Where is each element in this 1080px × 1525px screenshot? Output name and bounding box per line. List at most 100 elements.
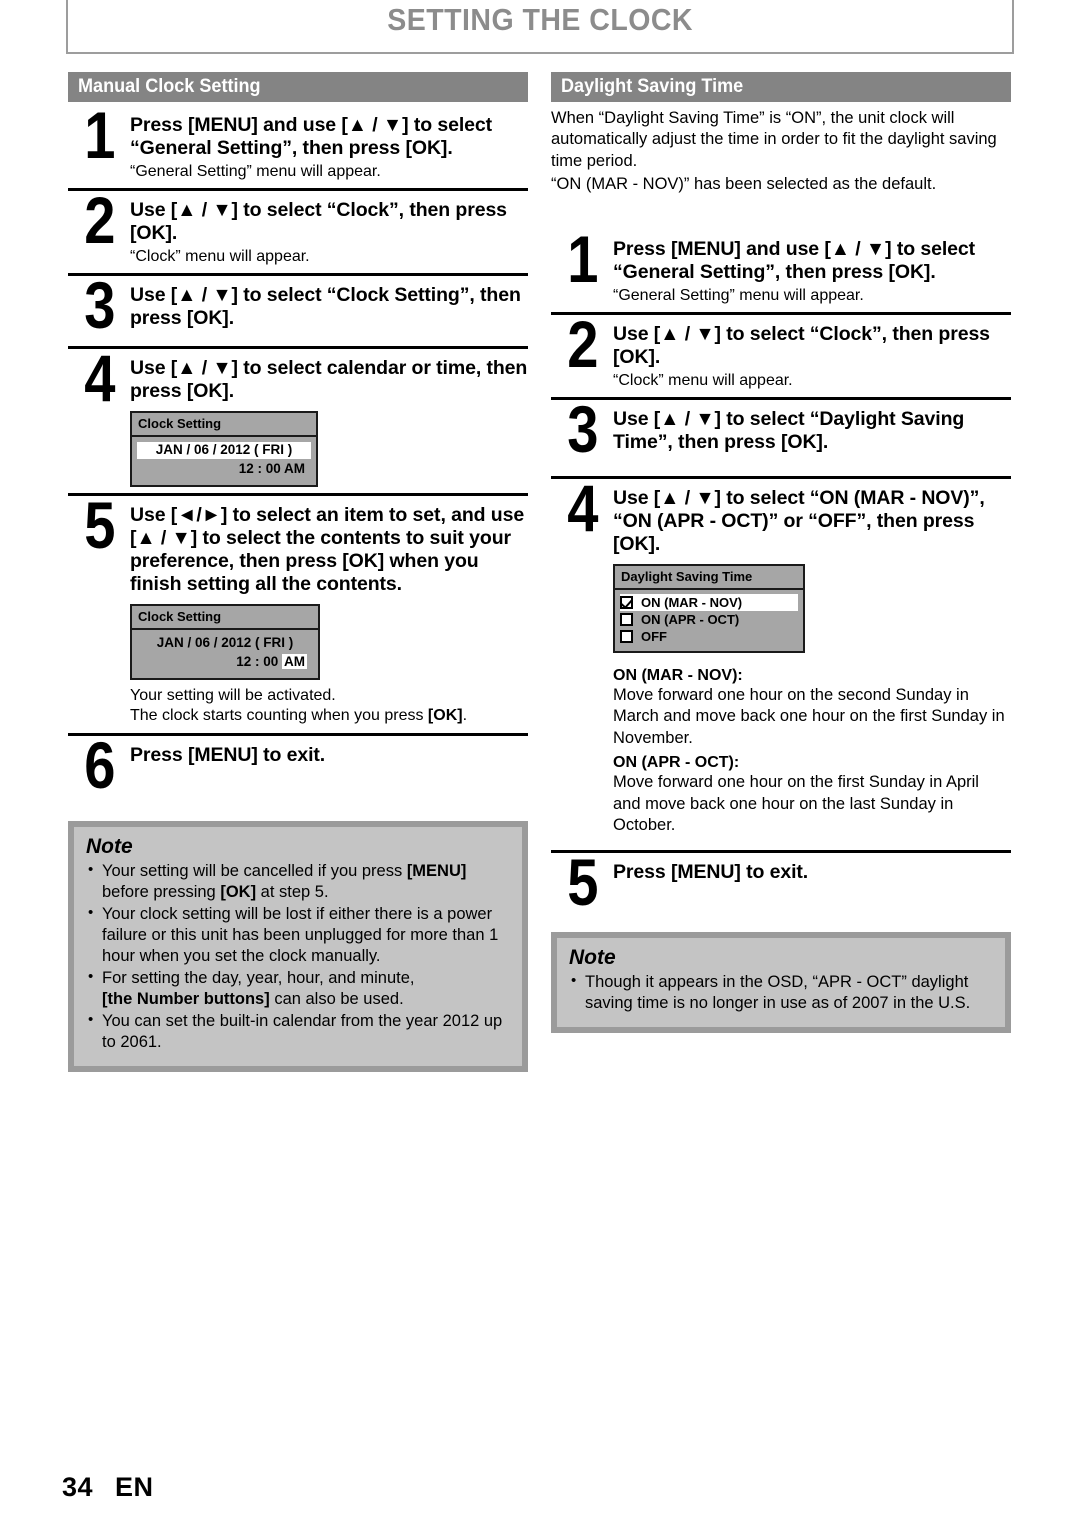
step-title: Use [◄/►] to select an item to set, and … — [130, 503, 525, 595]
osd-option-label: OFF — [641, 628, 667, 644]
osd-header-label: Clock Setting — [132, 606, 318, 630]
osd-option-label: ON (MAR - NOV) — [641, 594, 743, 610]
osd-header-label: Clock Setting — [132, 413, 316, 437]
dst-step-3: 3 Use [▲ / ▼] to select “Daylight Saving… — [551, 391, 1011, 476]
dst-desc-term: ON (MAR - NOV): — [613, 666, 743, 684]
step-number: 5 — [567, 845, 598, 920]
daylight-saving-time-column: Daylight Saving Time When “Daylight Savi… — [551, 72, 1011, 1034]
osd-meridiem-value: AM — [282, 653, 307, 669]
section-header-label: Daylight Saving Time — [561, 76, 744, 97]
osd-date-value: JAN / 06 / 2012 ( FRI ) — [137, 442, 311, 459]
osd-option-on-mar-nov[interactable]: ON (MAR - NOV) — [620, 593, 798, 611]
step-title: Use [▲ / ▼] to select “Clock Setting”, t… — [130, 284, 521, 329]
osd-daylight-saving-time: Daylight Saving Time ON (MAR - NOV) ON (… — [613, 563, 805, 653]
note-title: Note — [569, 946, 616, 970]
note-item: Your clock setting will be lost if eithe… — [86, 903, 510, 967]
step-4: 4 Use [▲ / ▼] to select calendar or time… — [68, 341, 528, 493]
step-title: Use [▲ / ▼] to select “Clock”, then pres… — [613, 322, 990, 368]
section-header-label: Manual Clock Setting — [78, 76, 261, 97]
dst-step-4: 4 Use [▲ / ▼] to select “ON (MAR - NOV)”… — [551, 470, 1011, 659]
note-item-text: You can set the built-in calendar from t… — [102, 1011, 503, 1051]
step-title: Press [MENU] to exit. — [613, 861, 809, 884]
page-title: SETTING THE CLOCK — [387, 2, 693, 37]
step-after-line2-a: The clock starts counting when you press — [130, 707, 428, 725]
dst-desc-text: Move forward one hour on the second Sund… — [613, 685, 1005, 747]
step-subtext: “Clock” menu will appear. — [130, 248, 310, 265]
note-item-bold: [OK] — [220, 883, 257, 902]
note-box-left: Note Your setting will be cancelled if y… — [68, 821, 528, 1072]
dst-step-5: 5 Press [MENU] to exit. — [551, 845, 1011, 924]
note-item-text: Your setting will be cancelled if you pr… — [102, 862, 407, 881]
osd-date-row[interactable]: JAN / 06 / 2012 ( FRI ) — [137, 441, 311, 460]
osd-time-row[interactable]: 12 : 00 AM — [137, 653, 313, 672]
footer-language: EN — [115, 1472, 154, 1502]
step-subtext: “General Setting” menu will appear. — [130, 163, 381, 180]
footer-page-number: 34 — [62, 1472, 94, 1502]
dst-descriptions: ON (MAR - NOV): Move forward one hour on… — [613, 667, 1011, 837]
step-6: 6 Press [MENU] to exit. — [68, 728, 528, 803]
page-title-box: SETTING THE CLOCK — [66, 0, 1014, 54]
step-5: 5 Use [◄/►] to select an item to set, an… — [68, 487, 528, 733]
step-number: 3 — [567, 391, 598, 466]
note-item-text: before pressing — [102, 883, 221, 902]
note-item-text: at step 5. — [256, 883, 329, 902]
dst-step-1: 1 Press [MENU] and use [▲ / ▼] to select… — [551, 221, 1011, 312]
osd-option-off[interactable]: OFF — [620, 628, 798, 645]
osd-time-value: 12 : 00 AM — [238, 460, 305, 476]
step-number: 4 — [84, 341, 115, 415]
osd-clock-setting-step4: Clock Setting JAN / 06 / 2012 ( FRI ) 12… — [130, 411, 318, 487]
dst-intro-paragraph: When “Daylight Saving Time” is “ON”, the… — [551, 109, 997, 170]
note-item: For setting the day, year, hour, and min… — [86, 967, 510, 1010]
checkbox-unchecked-icon[interactable] — [620, 629, 633, 643]
dst-intro-default: “ON (MAR - NOV)” has been selected as th… — [551, 175, 937, 194]
step-after-text: Your setting will be activated. The cloc… — [130, 686, 528, 728]
step-number: 1 — [84, 98, 115, 172]
section-header-manual-clock-setting: Manual Clock Setting — [68, 72, 528, 102]
step-number: 6 — [84, 728, 115, 803]
step-title: Press [MENU] and use [▲ / ▼] to select “… — [613, 237, 976, 283]
note-item: Your setting will be cancelled if you pr… — [86, 860, 510, 903]
checkbox-unchecked-icon[interactable] — [620, 612, 633, 626]
step-number: 3 — [84, 268, 115, 342]
osd-date-row[interactable]: JAN / 06 / 2012 ( FRI ) — [137, 634, 313, 653]
note-item-text: Your clock setting will be lost if eithe… — [102, 905, 499, 965]
step-number: 5 — [84, 487, 115, 562]
step-title: Use [▲ / ▼] to select “Daylight Saving T… — [613, 407, 965, 453]
note-list: Though it appears in the OSD, “APR - OCT… — [569, 971, 993, 1014]
step-2: 2 Use [▲ / ▼] to select “Clock”, then pr… — [68, 183, 528, 273]
step-title: Use [▲ / ▼] to select calendar or time, … — [130, 357, 528, 402]
step-subtext: “Clock” menu will appear. — [613, 371, 793, 389]
note-item-bold: [the Number buttons] — [102, 989, 270, 1008]
dst-desc-text: Move forward one hour on the first Sunda… — [613, 773, 979, 834]
step-after-line2-b: [OK] — [427, 707, 463, 725]
checkbox-checked-icon[interactable] — [620, 595, 633, 609]
step-title: Use [▲ / ▼] to select “Clock”, then pres… — [130, 199, 507, 244]
note-item-text: For setting the day, year, hour, and min… — [102, 968, 415, 987]
note-item: Though it appears in the OSD, “APR - OCT… — [569, 971, 993, 1014]
step-number: 2 — [567, 306, 598, 381]
osd-clock-setting-step5: Clock Setting JAN / 06 / 2012 ( FRI ) 12… — [130, 603, 320, 680]
osd-time-value: 12 : 00 — [236, 653, 282, 669]
manual-clock-setting-column: Manual Clock Setting 1 Press [MENU] and … — [68, 72, 528, 1072]
step-title: Use [▲ / ▼] to select “ON (MAR - NOV)”, … — [613, 486, 985, 555]
osd-option-label: ON (APR - OCT) — [641, 611, 740, 627]
step-subtext: “General Setting” menu will appear. — [613, 286, 864, 304]
step-number: 4 — [567, 470, 598, 545]
step-title: Press [MENU] to exit. — [130, 744, 326, 767]
step-number: 2 — [84, 183, 115, 257]
step-3: 3 Use [▲ / ▼] to select “Clock Setting”,… — [68, 268, 528, 346]
note-item-text: can also be used. — [269, 989, 404, 1008]
osd-date-value: JAN / 06 / 2012 ( FRI ) — [156, 634, 294, 650]
osd-option-on-apr-oct[interactable]: ON (APR - OCT) — [620, 611, 798, 628]
page-footer: 34 EN — [62, 1472, 154, 1503]
dst-desc-term: ON (APR - OCT): — [613, 754, 740, 772]
note-item-text: Though it appears in the OSD, “APR - OCT… — [585, 973, 971, 1013]
step-after-line2-c: . — [462, 707, 468, 725]
step-after-line1: Your setting will be activated. — [130, 686, 336, 704]
step-number: 1 — [567, 221, 598, 296]
note-title: Note — [86, 835, 133, 859]
note-item: You can set the built-in calendar from t… — [86, 1010, 510, 1053]
note-item-bold: [MENU] — [406, 862, 467, 881]
step-title: Press [MENU] and use [▲ / ▼] to select “… — [130, 114, 493, 159]
osd-time-row[interactable]: 12 : 00 AM — [137, 460, 311, 479]
